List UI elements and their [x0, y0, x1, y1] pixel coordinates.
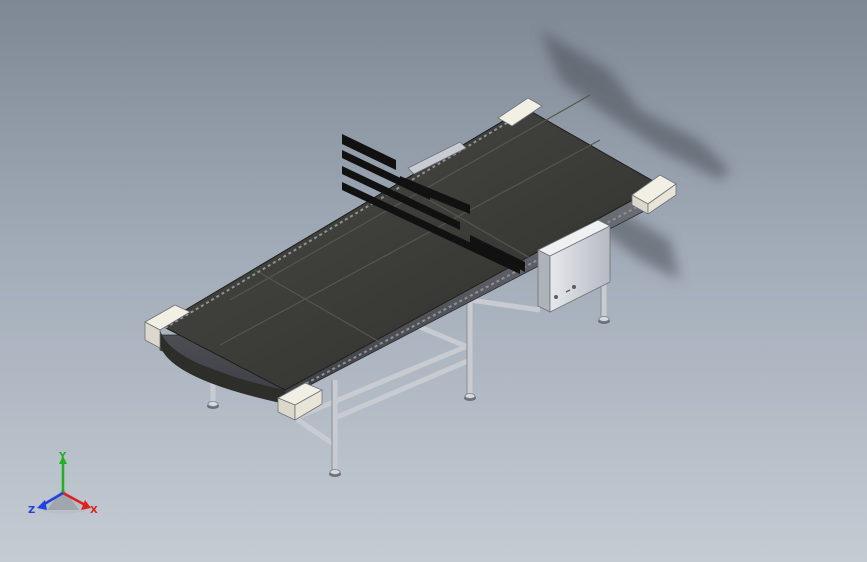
conveyor-model[interactable] [0, 0, 867, 562]
graphics-viewport[interactable]: Y X Z [0, 0, 867, 562]
switch-icon [572, 285, 576, 289]
y-axis-label: Y [59, 451, 67, 462]
switch-icon [554, 295, 558, 299]
z-axis-label: Z [28, 505, 36, 516]
x-axis-label: X [90, 505, 98, 516]
